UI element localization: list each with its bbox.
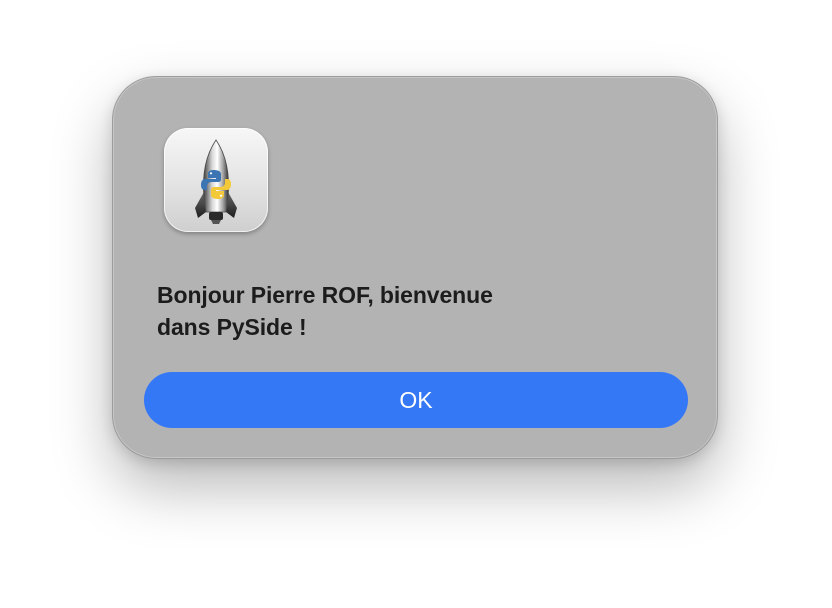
alert-message: Bonjour Pierre ROF, bienvenue dans PySid… [157, 279, 577, 343]
ok-button[interactable]: OK [144, 372, 688, 428]
alert-dialog: Bonjour Pierre ROF, bienvenue dans PySid… [112, 76, 718, 459]
alert-message-line-2: dans PySide ! [157, 314, 307, 340]
python-launcher-rocket-icon [164, 128, 268, 232]
alert-message-line-1: Bonjour Pierre ROF, bienvenue [157, 282, 493, 308]
